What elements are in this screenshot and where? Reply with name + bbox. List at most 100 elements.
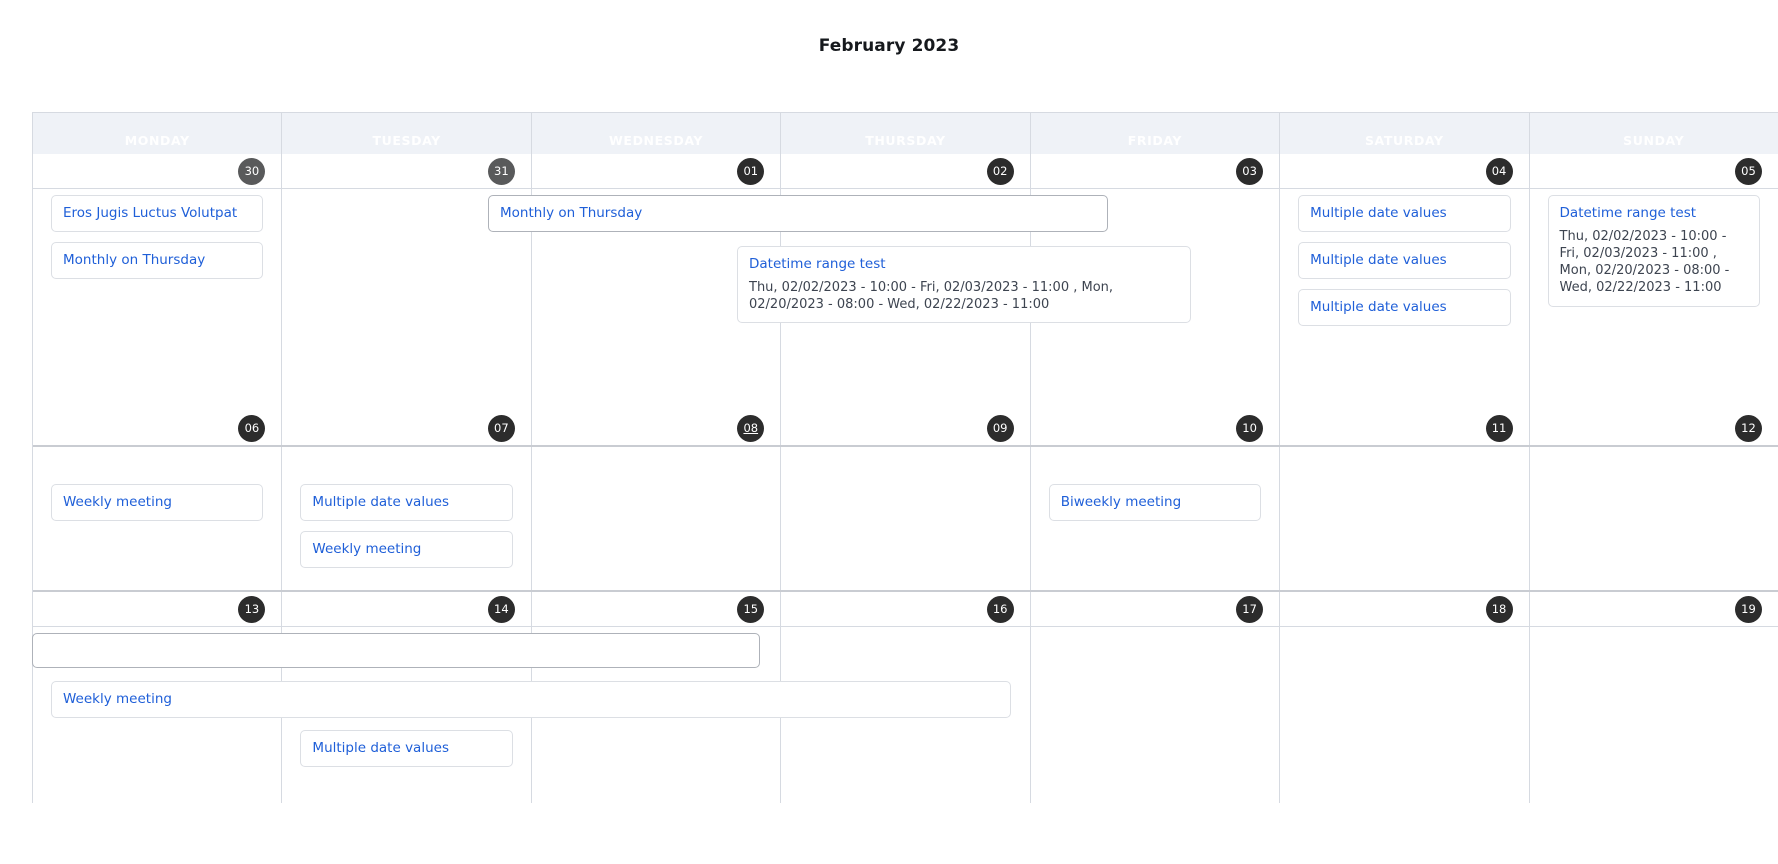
event-title[interactable]: Biweekly meeting [1061, 494, 1249, 511]
date-badge-11[interactable]: 11 [1485, 414, 1513, 442]
date-badge-15[interactable]: 15 [737, 595, 765, 623]
weekday-header-monday: MONDAY [33, 113, 283, 154]
date-badge-14[interactable]: 14 [487, 595, 515, 623]
day-cell-05[interactable]: 05 [1530, 154, 1778, 188]
event-detail: Thu, 02/02/2023 - 10:00 - Fri, 02/03/202… [749, 279, 1114, 313]
event-title[interactable]: Weekly meeting [63, 691, 999, 708]
span-event-monthly-on-thursday[interactable]: Monthly on Thursday [488, 195, 1108, 232]
day-cell-02[interactable]: 02 [781, 154, 1031, 188]
week-3-event-strip: Multiple date values Weekly meeting [32, 627, 1778, 803]
span-event-weekly-meeting-w3[interactable]: Weekly meeting [51, 681, 1011, 718]
event-weekly-meeting-tue[interactable]: Weekly meeting [300, 530, 513, 568]
day-cell-31[interactable]: 31 [282, 154, 532, 188]
date-badge-04[interactable]: 04 [1485, 157, 1513, 185]
event-multiple-date-values-tue-w3[interactable]: Multiple date values [300, 730, 513, 767]
day-cell-30[interactable]: 30 [33, 154, 283, 188]
date-badge-17[interactable]: 17 [1236, 595, 1264, 623]
date-badge-31[interactable]: 31 [487, 157, 515, 185]
weekday-header-wednesday: WEDNESDAY [532, 113, 782, 154]
weekday-header-friday: FRIDAY [1031, 113, 1281, 154]
event-multiple-date-values-3[interactable]: Multiple date values [1298, 288, 1511, 326]
day-cell-10[interactable]: 10 [1031, 411, 1281, 445]
day-events-30[interactable]: Eros Jugis Luctus Volutpat Monthly on Th… [33, 189, 283, 411]
day-cell-18[interactable]: 18 [1280, 592, 1530, 626]
date-badge-10[interactable]: 10 [1236, 414, 1264, 442]
date-badge-06[interactable]: 06 [238, 414, 266, 442]
day-events-06[interactable]: Weekly meeting [33, 447, 283, 590]
event-detail: Thu, 02/02/2023 - 10:00 - Fri, 02/03/202… [1559, 228, 1730, 296]
event-multiple-date-values-2[interactable]: Multiple date values [1298, 241, 1511, 279]
event-datetime-range-sunday[interactable]: Datetime range test Thu, 02/02/2023 - 10… [1547, 195, 1760, 307]
week-2-date-strip: 06 07 08 09 10 11 12 [33, 411, 1778, 447]
page-title: February 2023 [818, 36, 960, 56]
day-events-18[interactable] [1280, 627, 1530, 803]
day-events-07[interactable]: Multiple date values Weekly meeting [282, 447, 532, 590]
event-title[interactable]: Datetime range test [1560, 205, 1748, 222]
date-badge-30[interactable]: 30 [238, 157, 266, 185]
event-multiple-date-values-tue[interactable]: Multiple date values [300, 484, 513, 521]
day-cell-14[interactable]: 14 [282, 592, 532, 626]
event-title[interactable]: Multiple date values [312, 494, 500, 511]
event-title[interactable]: Weekly meeting [312, 541, 500, 558]
day-events-19[interactable] [1530, 627, 1778, 803]
day-cell-07[interactable]: 07 [282, 411, 532, 445]
day-events-12[interactable] [1530, 447, 1778, 590]
day-cell-17[interactable]: 17 [1031, 592, 1281, 626]
day-cell-16[interactable]: 16 [781, 592, 1031, 626]
calendar-week-1: 30 31 01 02 03 04 05 Eros Jugis Luctus V… [33, 154, 1778, 411]
week-1-event-strip: Eros Jugis Luctus Volutpat Monthly on Th… [33, 189, 1778, 411]
event-biweekly-meeting-fri[interactable]: Biweekly meeting [1048, 484, 1262, 521]
weekday-header-thursday: THURSDAY [781, 113, 1031, 154]
day-cell-04[interactable]: 04 [1280, 154, 1530, 188]
date-badge-08-today[interactable]: 08 [737, 414, 765, 442]
date-badge-03[interactable]: 03 [1236, 157, 1264, 185]
span-event-placeholder-blank[interactable] [32, 633, 760, 668]
date-badge-19[interactable]: 19 [1734, 595, 1762, 623]
event-title[interactable]: Weekly meeting [63, 494, 251, 511]
day-cell-13[interactable]: 13 [33, 592, 283, 626]
day-cell-01[interactable]: 01 [532, 154, 782, 188]
event-title[interactable]: Datetime range test [749, 256, 1179, 273]
event-weekly-meeting-mon[interactable]: Weekly meeting [51, 484, 264, 521]
day-events-08[interactable] [532, 447, 782, 590]
day-events-04[interactable]: Multiple date values Multiple date value… [1280, 189, 1530, 411]
date-badge-07[interactable]: 07 [487, 414, 515, 442]
day-cell-19[interactable]: 19 [1530, 592, 1778, 626]
event-title[interactable]: Monthly on Thursday [500, 205, 1096, 222]
event-title[interactable]: Eros Jugis Luctus Volutpat [63, 205, 251, 222]
event-title[interactable]: Multiple date values [312, 740, 500, 757]
date-badge-02[interactable]: 02 [986, 157, 1014, 185]
day-cell-06[interactable]: 06 [33, 411, 283, 445]
day-events-17[interactable] [1031, 627, 1281, 803]
day-events-05[interactable]: Datetime range test Thu, 02/02/2023 - 10… [1530, 189, 1778, 411]
weekday-header-saturday: SATURDAY [1280, 113, 1530, 154]
event-multiple-date-values-1[interactable]: Multiple date values [1298, 195, 1511, 232]
day-cell-03[interactable]: 03 [1031, 154, 1281, 188]
weekday-header-tuesday: TUESDAY [282, 113, 532, 154]
day-cell-15[interactable]: 15 [532, 592, 782, 626]
event-title[interactable]: Multiple date values [1310, 205, 1498, 222]
date-badge-13[interactable]: 13 [238, 595, 266, 623]
event-eros-jugis[interactable]: Eros Jugis Luctus Volutpat [51, 195, 264, 232]
date-badge-05[interactable]: 05 [1734, 157, 1762, 185]
day-events-10[interactable]: Biweekly meeting [1031, 447, 1281, 590]
day-events-11[interactable] [1280, 447, 1530, 590]
date-badge-16[interactable]: 16 [986, 595, 1014, 623]
event-title[interactable]: Multiple date values [1310, 299, 1498, 316]
day-cell-12[interactable]: 12 [1530, 411, 1778, 445]
event-title[interactable]: Multiple date values [1310, 252, 1498, 269]
date-badge-18[interactable]: 18 [1485, 595, 1513, 623]
date-badge-12[interactable]: 12 [1734, 414, 1762, 442]
event-monthly-thursday-mon[interactable]: Monthly on Thursday [51, 241, 264, 279]
day-events-09[interactable] [781, 447, 1031, 590]
calendar-header-row: MONDAY TUESDAY WEDNESDAY THURSDAY FRIDAY… [33, 113, 1778, 154]
event-title[interactable]: Monthly on Thursday [63, 252, 251, 269]
span-event-datetime-range-test[interactable]: Datetime range test Thu, 02/02/2023 - 10… [737, 246, 1191, 324]
week-2-event-strip: Weekly meeting Multiple date values Week… [33, 447, 1778, 592]
calendar-page: February 2023 MONDAY TUESDAY WEDNESDAY T… [0, 0, 1778, 864]
day-cell-11[interactable]: 11 [1280, 411, 1530, 445]
day-cell-08[interactable]: 08 [532, 411, 782, 445]
date-badge-09[interactable]: 09 [986, 414, 1014, 442]
day-cell-09[interactable]: 09 [781, 411, 1031, 445]
date-badge-01[interactable]: 01 [737, 157, 765, 185]
